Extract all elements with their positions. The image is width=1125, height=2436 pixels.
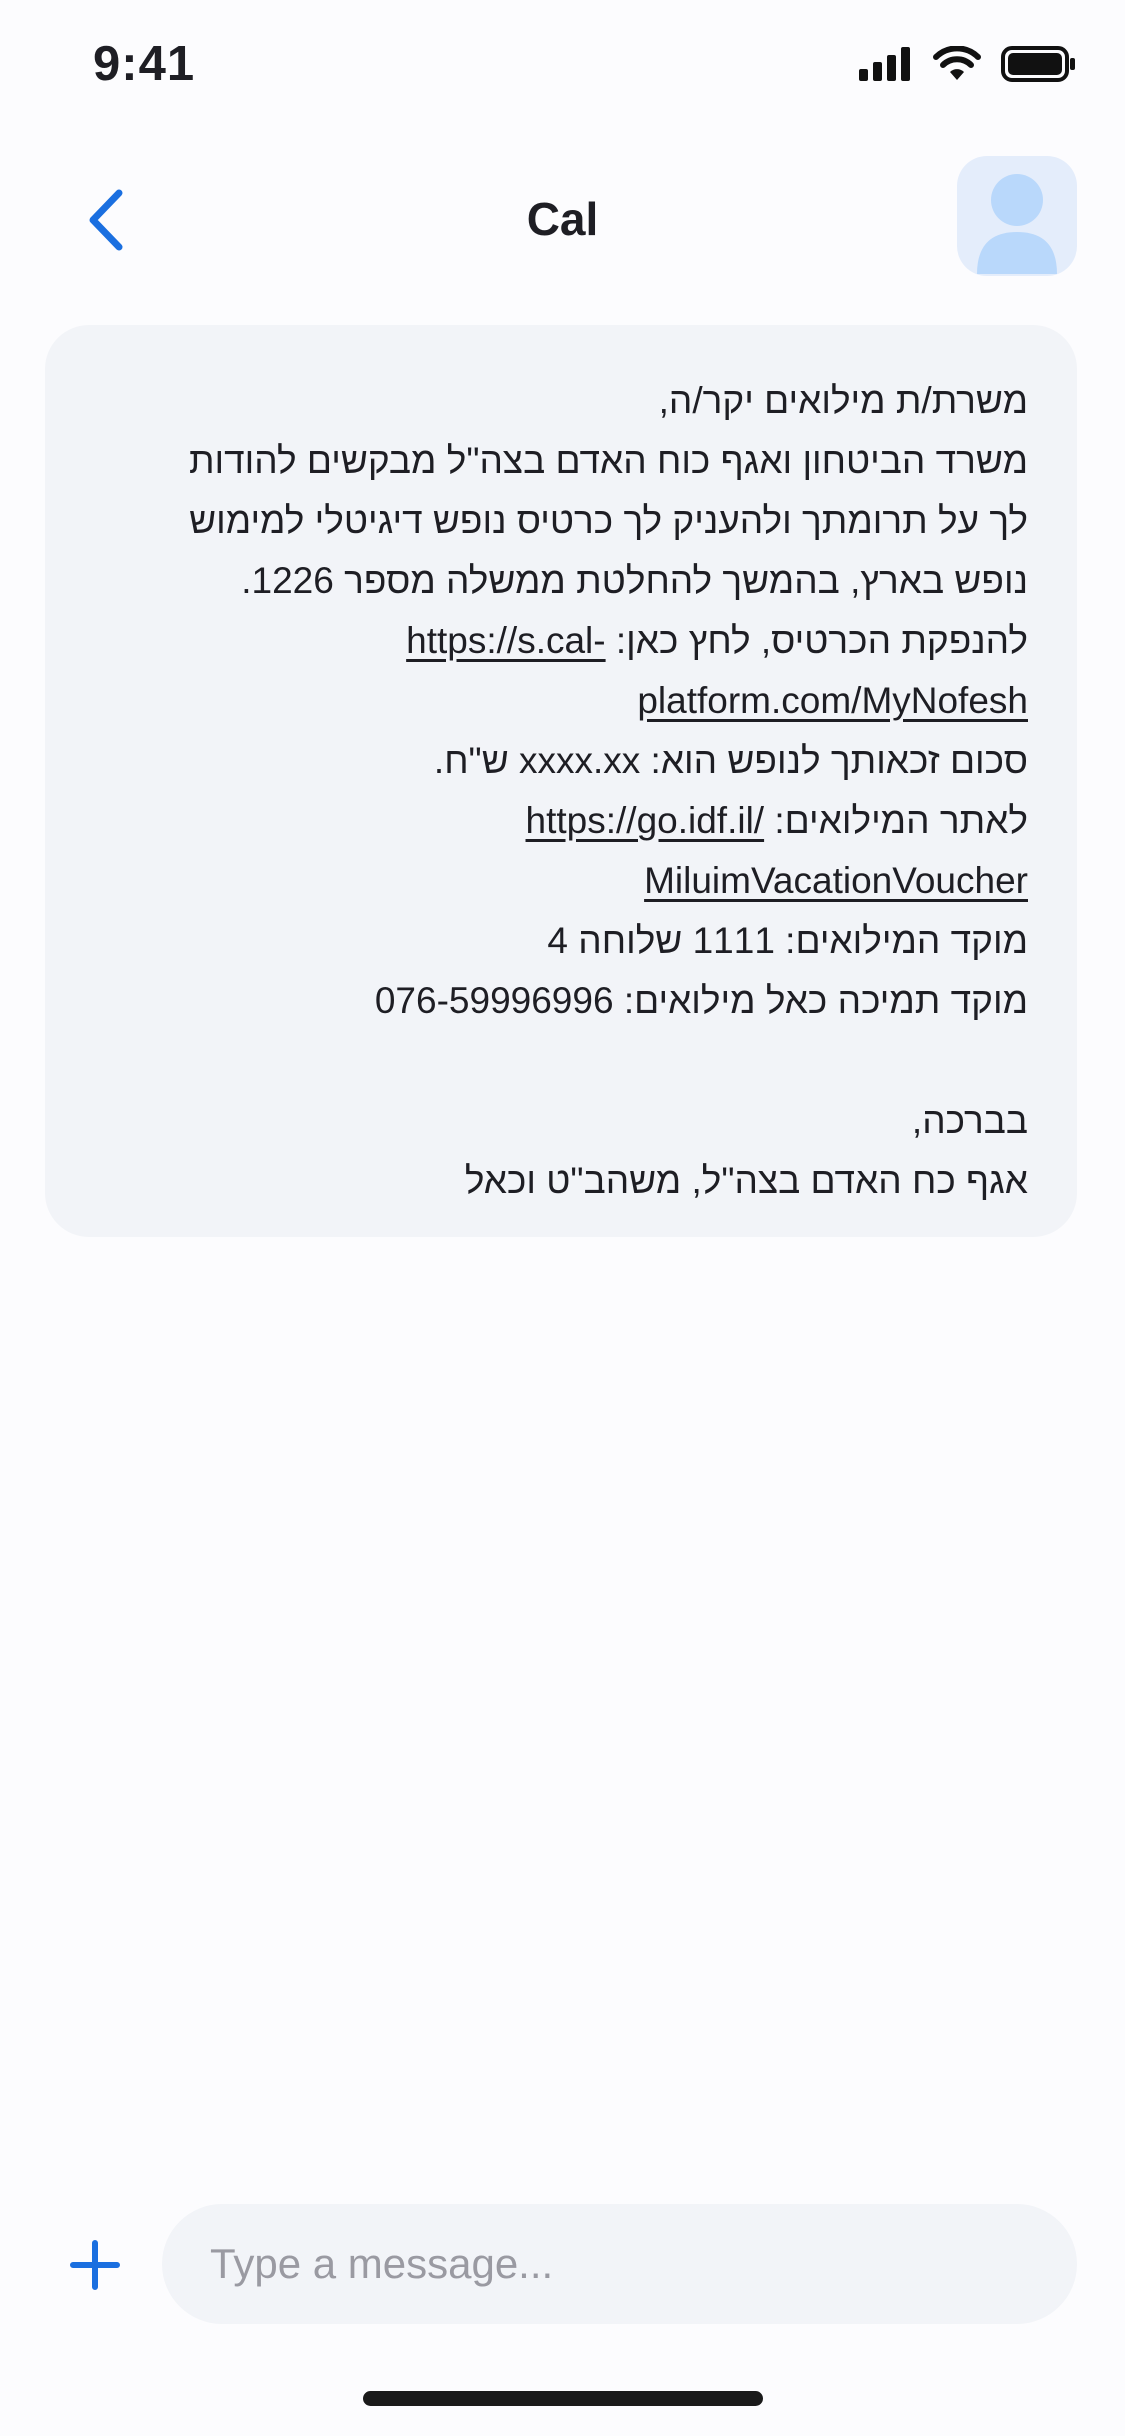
message-bubble: משרת/ת מילואים יקר/ה, משרד הביטחון ואגף כ… (45, 325, 1077, 1237)
message-line: סכום זכאותך לנופש הוא: xxxx.xx ש"ח. (94, 731, 1028, 791)
message-composer (0, 2204, 1125, 2328)
message-line-text: נופש בארץ, בהמשך להחלטת ממשלה מספר 1226. (241, 560, 1028, 601)
message-line-text: מוקד המילואים: 1111 שלוחה 4 (547, 920, 1028, 961)
message-line: משרד הביטחון ואגף כוח האדם בצה"ל מבקשים … (94, 431, 1028, 491)
wifi-icon (933, 45, 981, 87)
add-attachment-button[interactable] (62, 2234, 128, 2300)
status-icons (859, 45, 1077, 87)
message-line (94, 1031, 1028, 1091)
status-bar: 9:41 (0, 0, 1125, 140)
message-link[interactable]: https://go.idf.il/ (526, 800, 765, 841)
message-text: משרת/ת מילואים יקר/ה, משרד הביטחון ואגף כ… (94, 371, 1028, 1211)
signal-icon (859, 47, 913, 86)
message-link[interactable]: platform.com/MyNofesh (637, 680, 1028, 721)
message-line-text: משרד הביטחון ואגף כוח האדם בצה"ל מבקשים … (188, 440, 1028, 481)
message-line: לאתר המילואים: https://go.idf.il/ (94, 791, 1028, 851)
message-line-text: משרת/ת מילואים יקר/ה, (658, 380, 1028, 421)
message-line-text: לאתר המילואים: (764, 800, 1028, 841)
message-line: platform.com/MyNofesh (94, 671, 1028, 731)
conversation-header: Cal (0, 150, 1125, 290)
message-link[interactable]: https://s.cal- (406, 620, 605, 661)
message-line: לך על תרומתך ולהעניק לך כרטיס נופש דיגיט… (94, 491, 1028, 551)
person-icon (957, 156, 1077, 276)
message-line: בברכה, (94, 1091, 1028, 1151)
avatar[interactable] (957, 156, 1077, 276)
message-line: מוקד תמיכה כאל מילואים: 076-59996996 (94, 971, 1028, 1031)
message-input[interactable] (162, 2204, 1077, 2324)
message-line: מוקד המילואים: 1111 שלוחה 4 (94, 911, 1028, 971)
message-line-text: לך על תרומתך ולהעניק לך כרטיס נופש דיגיט… (189, 500, 1028, 541)
message-line: אגף כח האדם בצה"ל, משהב"ט וכאל (94, 1151, 1028, 1211)
home-indicator (363, 2391, 763, 2406)
message-link[interactable]: MiluimVacationVoucher (644, 860, 1028, 901)
message-line-text: להנפקת הכרטיס, לחץ כאן: (605, 620, 1028, 661)
message-line-text: מוקד תמיכה כאל מילואים: 076-59996996 (374, 980, 1028, 1021)
message-line: MiluimVacationVoucher (94, 851, 1028, 911)
message-line: משרת/ת מילואים יקר/ה, (94, 371, 1028, 431)
message-line-text: סכום זכאותך לנופש הוא: xxxx.xx ש"ח. (433, 740, 1028, 781)
message-line-text: אגף כח האדם בצה"ל, משהב"ט וכאל (464, 1160, 1028, 1201)
plus-icon (69, 2239, 121, 2296)
message-line: נופש בארץ, בהמשך להחלטת ממשלה מספר 1226. (94, 551, 1028, 611)
message-line: להנפקת הכרטיס, לחץ כאן: https://s.cal- (94, 611, 1028, 671)
battery-icon (1001, 46, 1077, 87)
status-time: 9:41 (93, 37, 196, 91)
message-line-text: בברכה, (911, 1100, 1028, 1141)
